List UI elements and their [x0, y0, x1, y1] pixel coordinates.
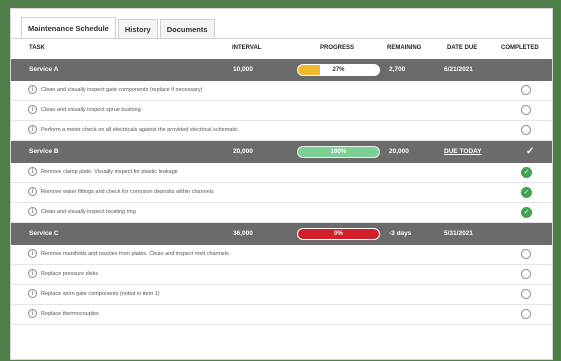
task-label: Perform a meter check on all electricals… — [41, 127, 238, 133]
task-label: Clean and visually inspect sprue bushing — [41, 107, 141, 113]
task-label: Clean and visually inspect gate componen… — [41, 87, 203, 93]
service-group-header[interactable]: Service B 20,000 100% 20,000 DUE TODAY ✓ — [11, 141, 552, 163]
service-date-due: 5/31/2021 — [444, 230, 473, 237]
completed-check-icon[interactable]: ✓ — [521, 207, 532, 218]
task-label: Remove water fittings and check for corr… — [41, 189, 214, 195]
checkmark-icon: ✓ — [526, 146, 535, 157]
tab-documents[interactable]: Documents — [159, 19, 215, 39]
task-label: Clean and visually inspect locating ring — [41, 209, 136, 215]
complete-checkbox[interactable] — [521, 309, 531, 319]
task-row: i Perform a meter check on all electrical… — [11, 121, 552, 141]
task-row: i Remove manifolds and nozzles from plate… — [11, 245, 552, 265]
service-group-header[interactable]: Service C 36,000 0% -3 days 5/31/2021 — [11, 223, 552, 245]
service-remaining: -3 days — [389, 230, 412, 237]
service-interval: 10,000 — [233, 66, 253, 73]
progress-bar: 27% — [297, 64, 380, 76]
completed-check-icon[interactable]: ✓ — [521, 187, 532, 198]
task-label: Replace pressure disks — [41, 271, 99, 277]
task-row: i Remove clamp plate. Visually inspect fo… — [11, 163, 552, 183]
complete-checkbox[interactable] — [521, 249, 531, 259]
service-name: Service A — [29, 66, 59, 73]
maintenance-panel: Maintenance Schedule History Documents T… — [10, 8, 553, 360]
due-today-link[interactable]: DUE TODAY — [444, 148, 482, 155]
service-group-header[interactable]: Service A 10,000 27% 2,700 6/21/2021 — [11, 59, 552, 81]
progress-percent: 0% — [334, 231, 343, 237]
task-row: i Clean and visually inspect gate compone… — [11, 81, 552, 101]
info-icon[interactable]: i — [28, 269, 37, 278]
service-remaining: 2,700 — [389, 66, 406, 73]
task-label: Remove clamp plate. Visually inspect for… — [41, 169, 178, 175]
column-completed: COMPLETED — [501, 45, 539, 51]
task-label: Replace worn gate components (noted in i… — [41, 291, 160, 297]
column-progress: PROGRESS — [320, 45, 355, 51]
progress-percent: 27% — [332, 67, 345, 73]
tab-maintenance-schedule[interactable]: Maintenance Schedule — [21, 17, 116, 39]
info-icon[interactable]: i — [28, 309, 37, 318]
service-name: Service B — [29, 148, 59, 155]
task-label: Remove manifolds and nozzles from plates… — [41, 251, 229, 257]
complete-checkbox[interactable] — [521, 85, 531, 95]
task-row: i Clean and visually inspect sprue bushin… — [11, 101, 552, 121]
task-row: i Remove water fittings and check for cor… — [11, 183, 552, 203]
tab-history[interactable]: History — [117, 19, 158, 39]
info-icon[interactable]: i — [28, 289, 37, 298]
task-row: i Clean and visually inspect locating rin… — [11, 203, 552, 223]
task-row: i Replace worn gate components (noted in … — [11, 285, 552, 305]
task-row: i Replace thermocouples — [11, 305, 552, 325]
task-row: i Replace pressure disks — [11, 265, 552, 285]
complete-checkbox[interactable] — [521, 125, 531, 135]
info-icon[interactable]: i — [28, 85, 37, 94]
complete-checkbox[interactable] — [521, 269, 531, 279]
table-header: TASK INTERVAL PROGRESS REMAINING DATE DU… — [11, 39, 552, 59]
completed-check-icon[interactable]: ✓ — [521, 167, 532, 178]
schedule-table: Service A 10,000 27% 2,700 6/21/2021 i Clean a… — [11, 59, 552, 325]
info-icon[interactable]: i — [28, 167, 37, 176]
progress-percent: 100% — [330, 149, 347, 155]
column-task: TASK — [29, 45, 45, 51]
service-name: Service C — [29, 230, 59, 237]
column-interval: INTERVAL — [232, 45, 262, 51]
column-date-due: DATE DUE — [447, 45, 478, 51]
info-icon[interactable]: i — [28, 125, 37, 134]
progress-bar: 0% — [297, 228, 380, 240]
service-date-due: 6/21/2021 — [444, 66, 473, 73]
complete-checkbox[interactable] — [521, 289, 531, 299]
tab-bar: Maintenance Schedule History Documents — [21, 17, 217, 39]
complete-checkbox[interactable] — [521, 105, 531, 115]
service-interval: 20,000 — [233, 148, 253, 155]
info-icon[interactable]: i — [28, 207, 37, 216]
info-icon[interactable]: i — [28, 249, 37, 258]
info-icon[interactable]: i — [28, 187, 37, 196]
column-remaining: REMAINING — [387, 45, 422, 51]
info-icon[interactable]: i — [28, 105, 37, 114]
service-interval: 36,000 — [233, 230, 253, 237]
progress-bar: 100% — [297, 146, 380, 158]
service-remaining: 20,000 — [389, 148, 409, 155]
task-label: Replace thermocouples — [41, 311, 99, 317]
